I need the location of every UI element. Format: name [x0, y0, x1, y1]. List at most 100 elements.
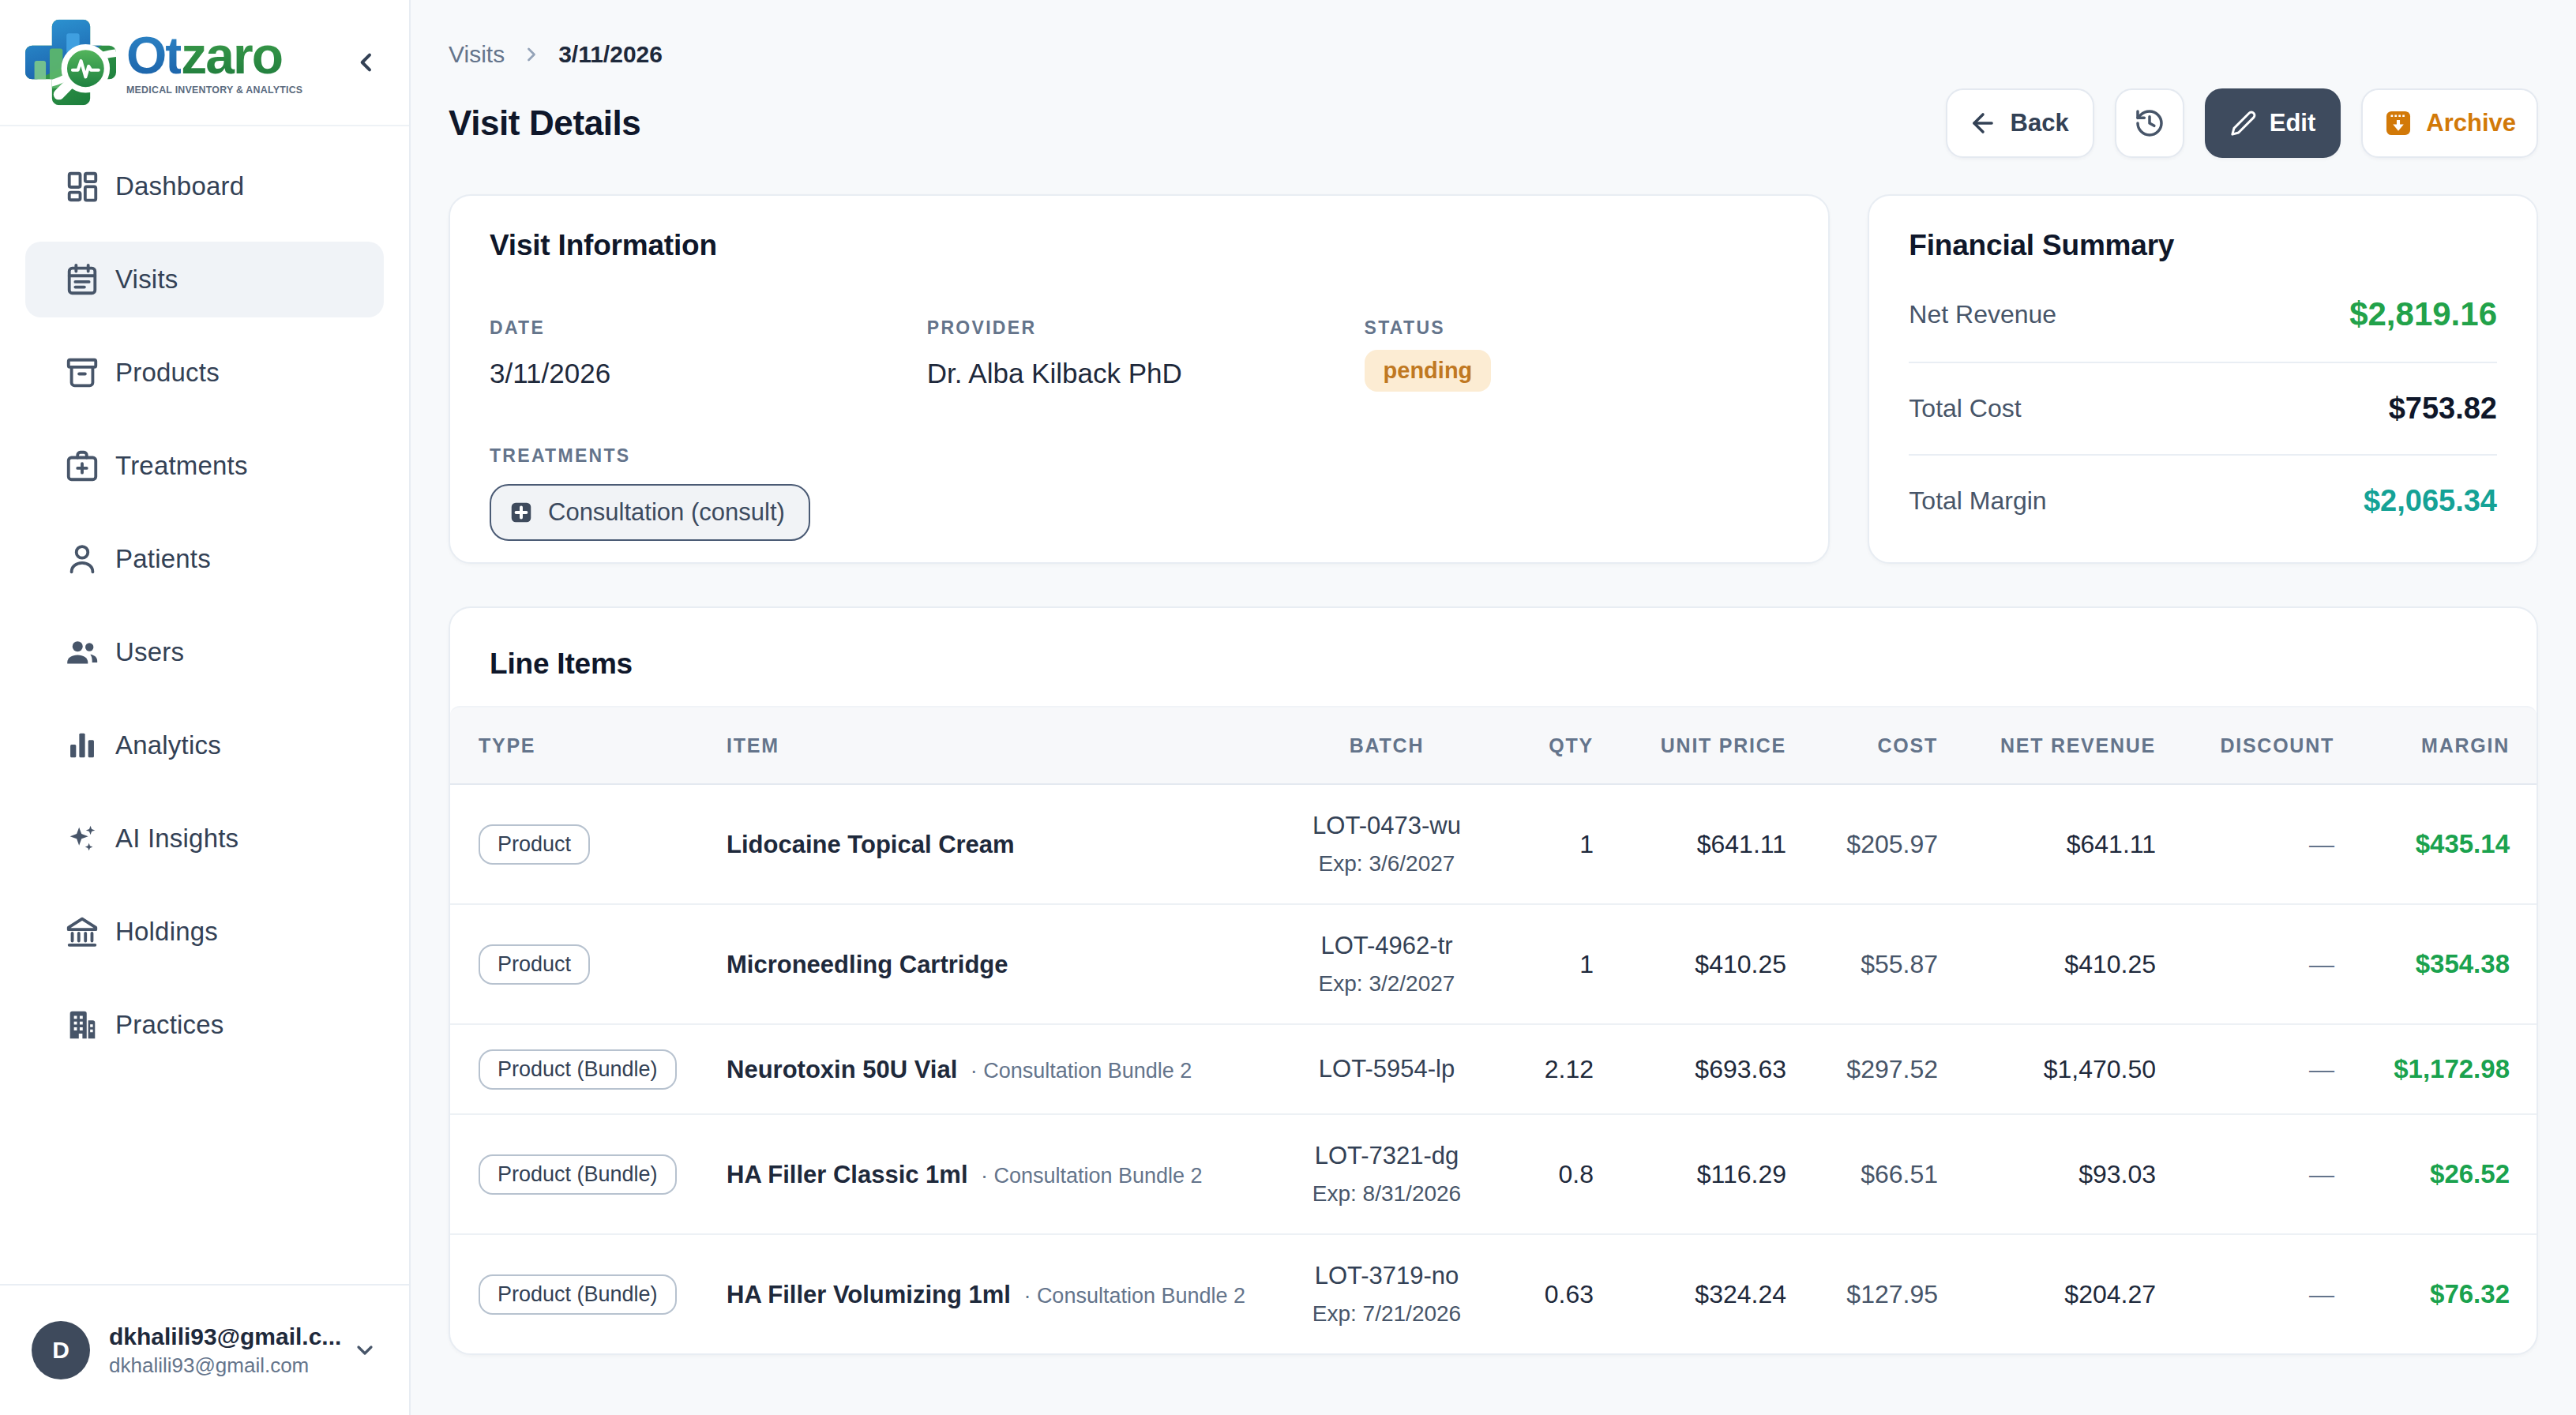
- brand-logo-icon: [25, 17, 117, 108]
- batch-exp: Exp: 3/6/2027: [1295, 851, 1478, 876]
- financial-summary-card: Financial Summary Net Revenue$2,819.16To…: [1868, 194, 2538, 564]
- provider-label: PROVIDER: [927, 317, 1352, 339]
- column-header-qty: QTY: [1478, 734, 1594, 757]
- back-button[interactable]: Back: [1946, 88, 2094, 158]
- fs-row-label: Total Cost: [1909, 394, 2021, 423]
- people-icon: [63, 633, 101, 671]
- discount-cell: —: [2156, 830, 2334, 859]
- net-revenue-cell: $1,470.50: [1938, 1055, 2156, 1084]
- batch-exp: Exp: 8/31/2026: [1295, 1181, 1478, 1207]
- sidebar-item-visits[interactable]: Visits: [25, 242, 384, 317]
- item-name: HA Filler Volumizing 1ml: [727, 1281, 1011, 1308]
- batch-lot: LOT-4962-tr: [1295, 932, 1478, 960]
- sidebar-item-ai-insights[interactable]: AI Insights: [25, 801, 384, 876]
- sidebar-item-analytics[interactable]: Analytics: [25, 708, 384, 783]
- edit-button[interactable]: Edit: [2205, 88, 2341, 158]
- sidebar-item-label: Practices: [115, 1010, 224, 1040]
- fs-row-value: $753.82: [2389, 392, 2497, 426]
- batch-exp: Exp: 3/2/2027: [1295, 971, 1478, 997]
- line-items-card: Line Items TYPEITEMBATCHQTYUNIT PRICECOS…: [449, 606, 2538, 1355]
- cost-cell: $297.52: [1786, 1055, 1938, 1084]
- cost-cell: $66.51: [1786, 1160, 1938, 1189]
- breadcrumb-visits-link[interactable]: Visits: [449, 41, 505, 68]
- archive-button[interactable]: Archive: [2361, 88, 2538, 158]
- net-revenue-cell: $93.03: [1938, 1160, 2156, 1189]
- visit-information-title: Visit Information: [490, 229, 1789, 262]
- item-bundle: · Consultation Bundle 2: [964, 1059, 1192, 1083]
- sidebar-item-label: Visits: [115, 265, 178, 295]
- visit-provider-field: PROVIDER Dr. Alba Kilback PhD: [927, 317, 1352, 392]
- chevron-down-icon[interactable]: [352, 1338, 377, 1363]
- margin-cell: $1,172.98: [2334, 1054, 2510, 1084]
- visit-information-card: Visit Information DATE 3/11/2026 PROVIDE…: [449, 194, 1830, 564]
- discount-cell: —: [2156, 1160, 2334, 1189]
- treatment-chip[interactable]: Consultation (consult): [490, 484, 810, 541]
- sidebar-item-label: Analytics: [115, 730, 221, 760]
- margin-cell: $26.52: [2334, 1159, 2510, 1189]
- item-name: HA Filler Classic 1ml: [727, 1161, 968, 1188]
- sidebar-item-users[interactable]: Users: [25, 614, 384, 690]
- cost-cell: $127.95: [1786, 1280, 1938, 1309]
- visit-treatments-field: TREATMENTS Consultation (consult): [490, 445, 1789, 541]
- history-icon: [2134, 107, 2165, 139]
- provider-value: Dr. Alba Kilback PhD: [927, 358, 1352, 389]
- batch-cell: LOT-7321-dgExp: 8/31/2026: [1295, 1115, 1478, 1233]
- sidebar-collapse-button[interactable]: [349, 45, 384, 80]
- fs-row-value: $2,819.16: [2349, 295, 2497, 333]
- page-title: Visit Details: [449, 103, 640, 143]
- qty-cell: 2.12: [1478, 1055, 1594, 1084]
- column-header-discount: DISCOUNT: [2156, 734, 2334, 757]
- unit-price-cell: $693.63: [1594, 1055, 1786, 1084]
- type-badge: Product: [479, 824, 590, 865]
- sidebar-item-products[interactable]: Products: [25, 335, 384, 411]
- sidebar-user[interactable]: D dkhalili93@gmail.c... dkhalili93@gmail…: [0, 1284, 409, 1415]
- net-revenue-cell: $204.27: [1938, 1280, 2156, 1309]
- sidebar-item-holdings[interactable]: Holdings: [25, 894, 384, 970]
- column-header-type: TYPE: [479, 734, 727, 757]
- sidebar-item-patients[interactable]: Patients: [25, 521, 384, 597]
- history-button[interactable]: [2115, 88, 2184, 158]
- sidebar-item-treatments[interactable]: Treatments: [25, 428, 384, 504]
- qty-cell: 1: [1478, 830, 1594, 859]
- visit-date-field: DATE 3/11/2026: [490, 317, 914, 392]
- sparkles-icon: [63, 820, 101, 858]
- unit-price-cell: $410.25: [1594, 950, 1786, 979]
- sidebar: Otzaro MEDICAL INVENTORY & ANALYTICS Das…: [0, 0, 411, 1415]
- toolbar: Back Edit Archive: [1946, 88, 2538, 158]
- bar-chart-icon: [63, 726, 101, 764]
- building-icon: [63, 1006, 101, 1044]
- sidebar-item-dashboard[interactable]: Dashboard: [25, 148, 384, 224]
- unit-price-cell: $116.29: [1594, 1160, 1786, 1189]
- batch-cell: LOT-4962-tr Exp: 3/2/2027: [1295, 905, 1478, 1023]
- financial-summary-rows: Net Revenue$2,819.16Total Cost$753.82Tot…: [1909, 267, 2497, 546]
- arrow-left-icon: [1968, 108, 1998, 138]
- avatar: D: [32, 1321, 90, 1379]
- batch-cell: LOT-5954-lp: [1295, 1028, 1478, 1110]
- qty-cell: 1: [1478, 950, 1594, 979]
- sidebar-nav: Dashboard Visits Products Treatments Patient…: [0, 126, 409, 1284]
- margin-cell: $354.38: [2334, 949, 2510, 979]
- item-bundle: · Consultation Bundle 2: [974, 1164, 1202, 1188]
- line-items-header-row: TYPEITEMBATCHQTYUNIT PRICECOSTNET REVENU…: [450, 706, 2537, 785]
- sidebar-item-label: AI Insights: [115, 824, 238, 854]
- batch-lot: LOT-3719-no: [1295, 1262, 1478, 1290]
- net-revenue-cell: $641.11: [1938, 830, 2156, 859]
- qty-cell: 0.63: [1478, 1280, 1594, 1309]
- line-items-title: Line Items: [450, 608, 2537, 706]
- type-badge: Product (Bundle): [479, 1154, 677, 1195]
- sidebar-item-label: Holdings: [115, 917, 218, 947]
- sidebar-item-label: Products: [115, 358, 220, 388]
- column-header-batch: BATCH: [1295, 734, 1478, 757]
- type-badge: Product: [479, 944, 590, 985]
- line-item-row: ProductLidocaine Topical CreamLOT-0473-w…: [450, 785, 2537, 905]
- brand-name: Otzaro MEDICAL INVENTORY & ANALYTICS: [126, 29, 302, 96]
- type-badge: Product (Bundle): [479, 1274, 677, 1315]
- line-item-row: ProductMicroneedling CartridgeLOT-4962-t…: [450, 905, 2537, 1025]
- fs-row-value: $2,065.34: [2364, 484, 2497, 518]
- column-header-item: ITEM: [727, 734, 1295, 757]
- sidebar-item-label: Patients: [115, 544, 211, 574]
- sidebar-item-practices[interactable]: Practices: [25, 987, 384, 1063]
- visit-status-field: STATUS pending: [1365, 317, 1789, 392]
- financial-summary-row: Net Revenue$2,819.16: [1909, 267, 2497, 363]
- line-item-row: Product (Bundle)Neurotoxin 50U Vial · Co…: [450, 1025, 2537, 1115]
